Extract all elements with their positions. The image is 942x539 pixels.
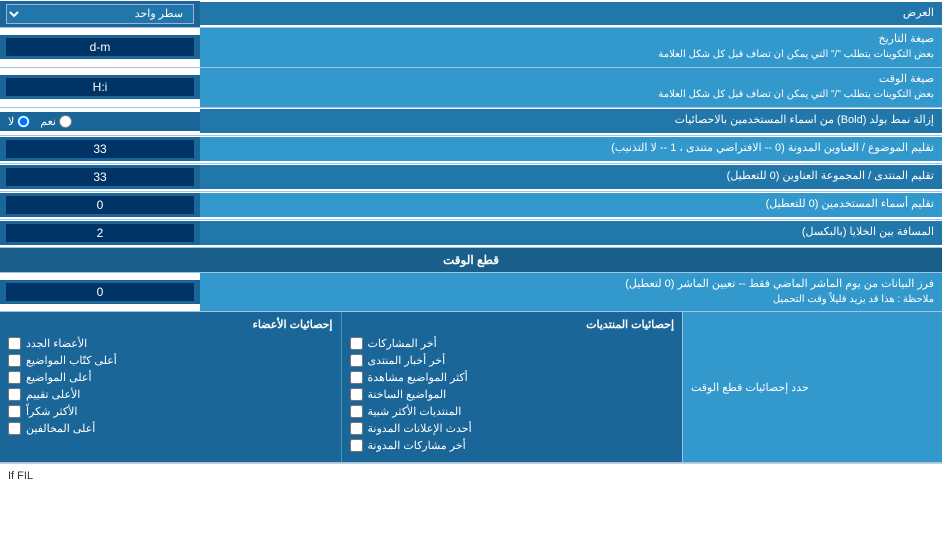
cb-item-violators: أعلى المخالفين [8,422,333,435]
row-topics: تقليم الموضوع / العناوين المدونة (0 -- ا… [0,136,942,164]
cb-top-starters[interactable] [8,371,21,384]
cb-item-news: أخر أخبار المنتدى [350,354,675,367]
input-distance[interactable] [6,224,194,242]
row-time-cut: فرز البيانات من يوم الماشر الماضي فقط --… [0,273,942,313]
label-topics: تقليم الموضوع / العناوين المدونة (0 -- ا… [200,137,942,160]
input-cell-date [0,35,200,59]
row-date-format: صيغة التاريخ بعض التكوينات يتطلب "/" الت… [0,28,942,68]
label-time-cut-main: فرز البيانات من يوم الماشر الماضي فقط --… [625,278,934,290]
radio-no[interactable] [17,115,30,128]
cb-label-top-rated: الأعلى تقييم [26,388,80,401]
cb-label-news: أخر أخبار المنتدى [368,354,446,367]
radio-yes[interactable] [59,115,72,128]
input-time-cut[interactable] [6,283,194,301]
section-header-time: قطع الوقت [0,248,942,273]
cb-item-top-starters: أعلى المواضيع [8,371,333,384]
input-cell-distance [0,221,200,245]
label-date-format: صيغة التاريخ بعض التكوينات يتطلب "/" الت… [200,28,942,67]
checkbox-col-forums: إحصائيات المنتديات أخر المشاركات أخر أخب… [341,312,683,462]
row-time-format: صيغة الوقت بعض التكوينات يتطلب "/" التي … [0,68,942,108]
cb-item-blog-shares: أخر مشاركات المدونة [350,439,675,452]
label-time-desc: بعض التكوينات يتطلب "/" التي يمكن ان تضا… [658,89,934,100]
cb-label-hot: المواضيع الساخنة [368,388,447,401]
label-time-cut: فرز البيانات من يوم الماشر الماضي فقط --… [200,273,942,312]
input-cell-time-cut [0,280,200,304]
cb-label-violators: أعلى المخالفين [26,422,95,435]
cb-item-shares: أخر المشاركات [350,337,675,350]
input-cell-usernames [0,193,200,217]
radio-label-yes[interactable]: نعم [40,115,72,128]
radio-label-no[interactable]: لا [8,115,30,128]
select-cell-alard[interactable]: سطر واحد [0,1,200,27]
cb-violators[interactable] [8,422,21,435]
input-topics[interactable] [6,140,194,158]
cb-item-most-thanks: الأكثر شكراً [8,405,333,418]
label-bold: إزالة نمط بولد (Bold) من اسماء المستخدمي… [200,109,942,132]
bottom-text: If FIL [8,470,33,482]
cb-label-viewed: أكثر المواضيع مشاهدة [368,371,468,384]
cb-item-hot: المواضيع الساخنة [350,388,675,401]
cb-blog-shares[interactable] [350,439,363,452]
cb-top-posts[interactable] [8,354,21,367]
row-bold: إزالة نمط بولد (Bold) من اسماء المستخدمي… [0,108,942,136]
cb-new-members[interactable] [8,337,21,350]
checkboxes-section: حدد إحصائيات قطع الوقت إحصائيات المنتديا… [0,312,942,463]
input-forum[interactable] [6,168,194,186]
col1-title: إحصائيات الأعضاء [8,318,333,331]
label-time-title: صيغة الوقت [879,73,934,85]
cb-label-shares: أخر المشاركات [368,337,437,350]
cb-shares[interactable] [350,337,363,350]
cb-news[interactable] [350,354,363,367]
cb-item-top-rated: الأعلى تقييم [8,388,333,401]
cb-item-new-members: الأعضاء الجدد [8,337,333,350]
cb-item-similar: المنتديات الأكثر شبية [350,405,675,418]
cb-hot[interactable] [350,388,363,401]
input-time-format[interactable] [6,78,194,96]
cb-most-thanks[interactable] [8,405,21,418]
cb-top-rated[interactable] [8,388,21,401]
label-time-cut-note: ملاحظة : هذا قد يزيد قليلاً وقت التحميل [773,294,934,305]
label-date-desc: بعض التكوينات يتطلب "/" التي يمكن ان تضا… [658,49,934,60]
cb-label-announce: أحدث الإعلانات المدونة [368,422,472,435]
bottom-text-area: If FIL [0,463,942,488]
cb-viewed[interactable] [350,371,363,384]
cb-item-viewed: أكثر المواضيع مشاهدة [350,371,675,384]
cb-label-top-starters: أعلى المواضيع [26,371,92,384]
select-alard[interactable]: سطر واحد [6,4,194,24]
row-distance: المسافة بين الخلايا (بالبكسل) [0,220,942,248]
cb-item-announce: أحدث الإعلانات المدونة [350,422,675,435]
cb-similar[interactable] [350,405,363,418]
label-usernames: تقليم أسماء المستخدمين (0 للتعطيل) [200,193,942,216]
cb-label-most-thanks: الأكثر شكراً [26,405,77,418]
label-forum: تقليم المنتدى / المجموعة العناوين (0 للت… [200,165,942,188]
label-time-format: صيغة الوقت بعض التكوينات يتطلب "/" التي … [200,68,942,107]
row-forum: تقليم المنتدى / المجموعة العناوين (0 للت… [0,164,942,192]
checkbox-columns: إحصائيات المنتديات أخر المشاركات أخر أخب… [0,312,682,462]
cb-item-top-posts: أعلى كتّاب المواضيع [8,354,333,367]
radio-cell-bold: نعم لا [0,112,200,131]
input-cell-time [0,75,200,99]
row-alard: العرض سطر واحد [0,0,942,28]
input-cell-forum [0,165,200,189]
label-distance: المسافة بين الخلايا (بالبكسل) [200,221,942,244]
cb-label-new-members: الأعضاء الجدد [26,337,87,350]
checkbox-section-label: حدد إحصائيات قطع الوقت [682,312,942,462]
label-alard: العرض [200,2,942,25]
cb-label-blog-shares: أخر مشاركات المدونة [368,439,466,452]
col2-title: إحصائيات المنتديات [350,318,675,331]
input-cell-topics [0,137,200,161]
checkbox-col-members: إحصائيات الأعضاء الأعضاء الجدد أعلى كتّا… [0,312,341,462]
row-usernames: تقليم أسماء المستخدمين (0 للتعطيل) [0,192,942,220]
cb-label-similar: المنتديات الأكثر شبية [368,405,462,418]
input-usernames[interactable] [6,196,194,214]
cb-announce[interactable] [350,422,363,435]
label-date-title: صيغة التاريخ [879,33,934,45]
cb-label-top-posts: أعلى كتّاب المواضيع [26,354,117,367]
input-date-format[interactable] [6,38,194,56]
